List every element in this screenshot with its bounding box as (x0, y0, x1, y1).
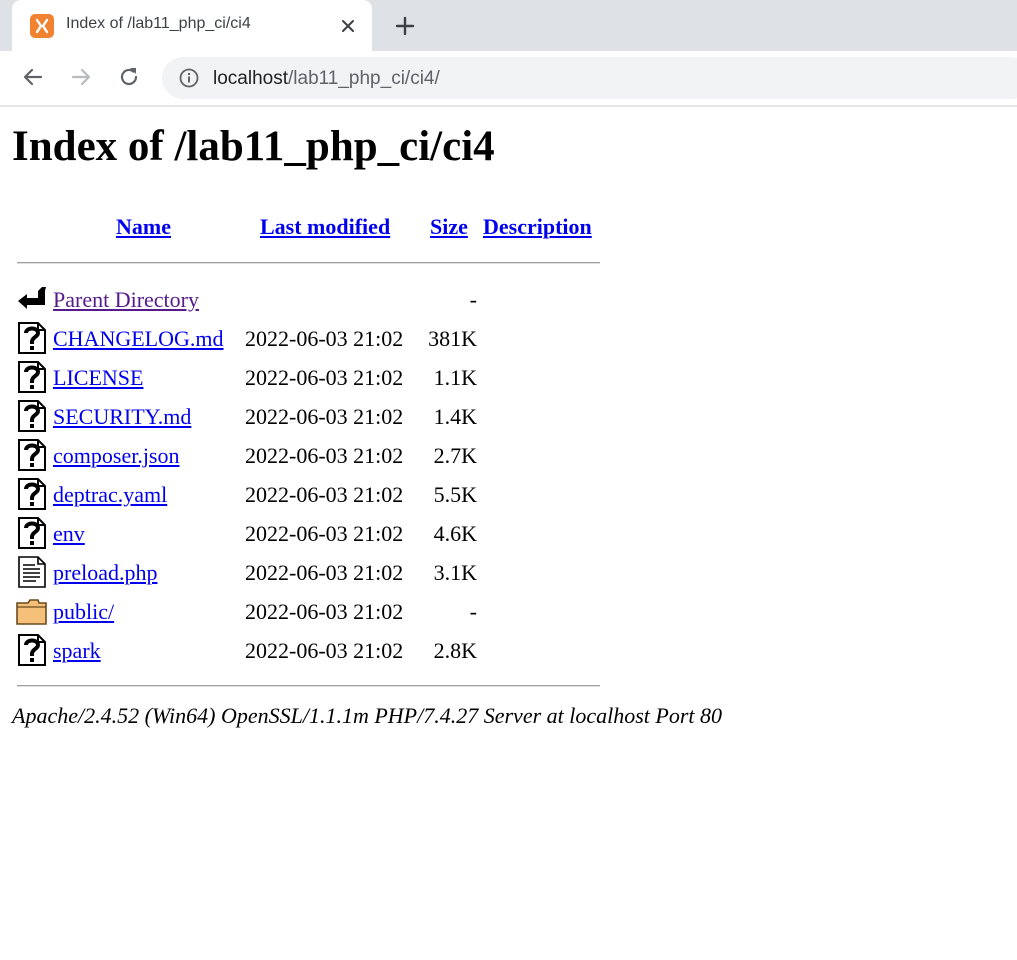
size-cell: - (469, 599, 477, 624)
text-file-icon[interactable] (16, 556, 48, 588)
server-signature: Apache/2.4.52 (Win64) OpenSSL/1.1.1m PHP… (12, 703, 723, 728)
file-name-link[interactable]: public/ (53, 598, 114, 626)
new-tab-plus-icon[interactable] (394, 15, 416, 37)
last-modified-cell: 2022-06-03 21:02 (245, 521, 404, 546)
size-cell: 5.5K (433, 482, 477, 507)
directory-listing-page: Index of /lab11_php_ci/ci4 Name Last mod… (0, 107, 1017, 960)
forward-arrow-icon[interactable] (68, 64, 94, 90)
last-modified-cell: 2022-06-03 21:02 (245, 365, 404, 390)
unknown-file-icon[interactable] (16, 517, 48, 549)
size-cell: 4.6K (433, 521, 477, 546)
size-cell: 1.1K (433, 365, 477, 390)
table-row: composer.json 2022-06-03 21:02 2.7K (0, 438, 620, 477)
url-host: localhost (213, 68, 288, 89)
browser-tab[interactable]: Index of /lab11_php_ci/ci4 (12, 0, 372, 51)
unknown-file-icon[interactable] (16, 361, 48, 393)
size-cell: 2.7K (433, 443, 477, 468)
file-name-link[interactable]: spark (53, 637, 101, 665)
table-row: CHANGELOG.md 2022-06-03 21:02 381K (0, 321, 620, 360)
size-cell: 2.8K (433, 638, 477, 663)
address-bar[interactable]: localhost/lab11_php_ci/ci4/ (162, 57, 1017, 99)
file-name-link[interactable]: env (53, 520, 85, 548)
size-cell: 3.1K (433, 560, 477, 585)
last-modified-cell: 2022-06-03 21:02 (245, 638, 404, 663)
unknown-file-icon[interactable] (16, 478, 48, 510)
size-cell: 1.4K (433, 404, 477, 429)
table-row: LICENSE 2022-06-03 21:02 1.1K (0, 360, 620, 399)
size-cell: 381K (428, 326, 477, 351)
tab-strip: Index of /lab11_php_ci/ci4 (0, 0, 1017, 51)
last-modified-cell: 2022-06-03 21:02 (245, 599, 404, 624)
table-row: spark 2022-06-03 21:02 2.8K (0, 633, 620, 672)
column-header-name[interactable]: Name (116, 213, 171, 241)
size-cell: - (469, 287, 477, 312)
xampp-favicon-icon (30, 14, 54, 38)
last-modified-cell: 2022-06-03 21:02 (245, 560, 404, 585)
url-text[interactable]: localhost/lab11_php_ci/ci4/ (213, 68, 440, 90)
file-name-link[interactable]: deptrac.yaml (53, 481, 167, 509)
back-icon[interactable] (16, 283, 48, 315)
parent-directory-row: Parent Directory - (0, 282, 620, 321)
footer-divider (17, 685, 600, 687)
column-header-description[interactable]: Description (483, 213, 592, 241)
page-title: Index of /lab11_php_ci/ci4 (12, 123, 495, 170)
last-modified-cell: 2022-06-03 21:02 (245, 482, 404, 507)
tab-close-icon[interactable] (338, 16, 358, 36)
table-row: public/2022-06-03 21:02 - (0, 594, 620, 633)
file-name-link[interactable]: LICENSE (53, 364, 143, 392)
table-row: SECURITY.md 2022-06-03 21:02 1.4K (0, 399, 620, 438)
unknown-file-icon[interactable] (16, 634, 48, 666)
browser-toolbar: localhost/lab11_php_ci/ci4/ (0, 51, 1017, 107)
unknown-file-icon[interactable] (16, 400, 48, 432)
reload-icon[interactable] (116, 64, 142, 90)
back-arrow-icon[interactable] (20, 64, 46, 90)
last-modified-cell: 2022-06-03 21:02 (245, 443, 404, 468)
unknown-file-icon[interactable] (16, 439, 48, 471)
table-row: preload.php 2022-06-03 21:02 3.1K (0, 555, 620, 594)
last-modified-cell: 2022-06-03 21:02 (245, 404, 404, 429)
file-name-link[interactable]: Parent Directory (53, 286, 199, 314)
file-name-link[interactable]: composer.json (53, 442, 180, 470)
file-name-link[interactable]: SECURITY.md (53, 403, 191, 431)
column-header-last-modified[interactable]: Last modified (260, 213, 390, 241)
folder-icon[interactable] (16, 595, 48, 627)
url-path: /lab11_php_ci/ci4/ (288, 68, 440, 89)
unknown-file-icon[interactable] (16, 322, 48, 354)
table-row: env 2022-06-03 21:02 4.6K (0, 516, 620, 555)
file-name-link[interactable]: preload.php (53, 559, 157, 587)
table-row: deptrac.yaml 2022-06-03 21:02 5.5K (0, 477, 620, 516)
last-modified-cell: 2022-06-03 21:02 (245, 326, 404, 351)
tab-title: Index of /lab11_php_ci/ci4 (66, 15, 251, 32)
file-name-link[interactable]: CHANGELOG.md (53, 325, 224, 353)
info-icon[interactable] (178, 67, 200, 89)
header-divider (17, 262, 600, 264)
column-header-size[interactable]: Size (430, 213, 468, 241)
